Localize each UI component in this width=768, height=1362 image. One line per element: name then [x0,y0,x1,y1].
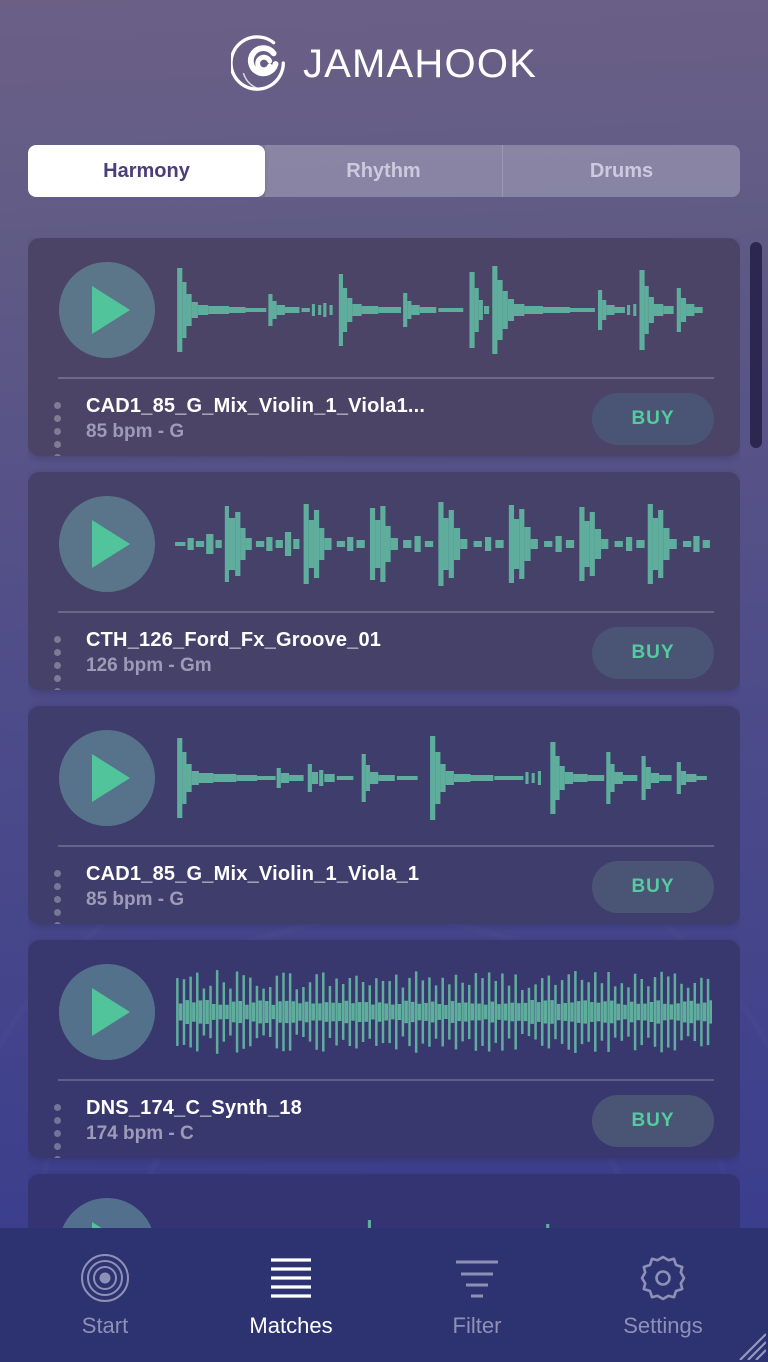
list-scrollbar[interactable] [750,238,762,1238]
nav-item-matches[interactable]: Matches [216,1252,366,1339]
list-lines-icon [271,1257,311,1298]
tab-harmony[interactable]: Harmony [28,145,265,197]
app-header: JAMAHOOK [0,0,768,128]
track-info-row: CAD1_85_G_Mix_Violin_1_Viola_1 85 bpm - … [28,849,740,924]
app-logo: JAMAHOOK [230,33,538,95]
track-subtitle: 174 bpm - C [86,1122,194,1144]
card-divider [58,845,714,847]
play-button[interactable] [59,495,155,592]
drag-handle-icon[interactable] [50,633,76,690]
track-title: DNS_174_C_Synth_18 [86,1096,302,1119]
waveform [177,265,703,354]
track-meta: CAD1_85_G_Mix_Violin_1_Viola_1 85 bpm - … [86,863,592,911]
play-icon [92,285,130,334]
resize-grip-icon[interactable] [726,1320,766,1360]
track-info-row: DNS_174_C_Synth_18 174 bpm - C BUY [28,1083,740,1158]
buy-button[interactable]: BUY [592,626,714,679]
drag-handle-icon[interactable] [50,867,76,924]
card-divider [58,611,714,613]
buy-button[interactable]: BUY [592,860,714,913]
nav-label-filter: Filter [452,1312,502,1338]
nav-item-settings[interactable]: Settings [588,1252,738,1339]
nav-label-matches: Matches [249,1312,333,1338]
play-icon [92,987,130,1036]
track-meta: DNS_174_C_Synth_18 174 bpm - C [86,1097,592,1145]
category-tabs: Harmony Rhythm Drums [28,145,740,197]
track-meta: CTH_126_Ford_Fx_Groove_01 126 bpm - Gm [86,629,592,677]
track-title: CAD1_85_G_Mix_Violin_1_Viola_1 [86,862,420,885]
track-preview [28,472,740,615]
gear-icon [640,1255,686,1300]
filter-funnel-icon [456,1260,498,1297]
track-title: CTH_126_Ford_Fx_Groove_01 [86,628,382,651]
drag-handle-icon[interactable] [50,1101,76,1158]
buy-button[interactable]: BUY [592,1094,714,1147]
track-subtitle: 126 bpm - Gm [86,654,212,676]
scrollbar-thumb[interactable] [750,242,762,448]
nav-label-settings: Settings [623,1312,703,1338]
nav-item-start[interactable]: Start [30,1252,180,1339]
track-subtitle: 85 bpm - G [86,420,185,442]
track-title: CAD1_85_G_Mix_Violin_1_Viola1... [86,394,426,417]
waveform [176,969,712,1054]
track-card[interactable]: CAD1_85_G_Mix_Violin_1_Viola_1 85 bpm - … [28,706,740,924]
track-meta: CAD1_85_G_Mix_Violin_1_Viola1... 85 bpm … [86,395,592,443]
drag-handle-icon[interactable] [50,399,76,456]
matches-list: CAD1_85_G_Mix_Violin_1_Viola1... 85 bpm … [28,238,740,1238]
track-card[interactable]: DNS_174_C_Synth_18 174 bpm - C BUY [28,940,740,1158]
track-info-row: CTH_126_Ford_Fx_Groove_01 126 bpm - Gm B… [28,615,740,690]
target-rings-icon [81,1253,129,1302]
play-icon [92,519,130,568]
spiral-logo-icon [230,35,285,91]
tab-drums[interactable]: Drums [503,145,740,197]
waveform [177,735,707,820]
track-preview [28,706,740,849]
play-button[interactable] [59,261,155,358]
card-divider [58,377,714,379]
track-subtitle: 85 bpm - G [86,888,185,910]
tab-rhythm[interactable]: Rhythm [265,145,503,197]
brand-name: JAMAHOOK [302,41,538,86]
waveform [175,501,710,586]
buy-button[interactable]: BUY [592,392,714,445]
bottom-navigation: Start Matches Filter Settings [0,1228,768,1362]
track-card[interactable]: CTH_126_Ford_Fx_Groove_01 126 bpm - Gm B… [28,472,740,690]
play-icon [92,753,130,802]
nav-label-start: Start [81,1312,129,1338]
nav-item-filter[interactable]: Filter [402,1252,552,1339]
play-button[interactable] [59,963,155,1060]
card-divider [58,1079,714,1081]
track-preview [28,238,740,381]
track-card[interactable]: CAD1_85_G_Mix_Violin_1_Viola1... 85 bpm … [28,238,740,456]
track-preview [28,940,740,1083]
track-info-row: CAD1_85_G_Mix_Violin_1_Viola1... 85 bpm … [28,381,740,456]
play-button[interactable] [59,729,155,826]
